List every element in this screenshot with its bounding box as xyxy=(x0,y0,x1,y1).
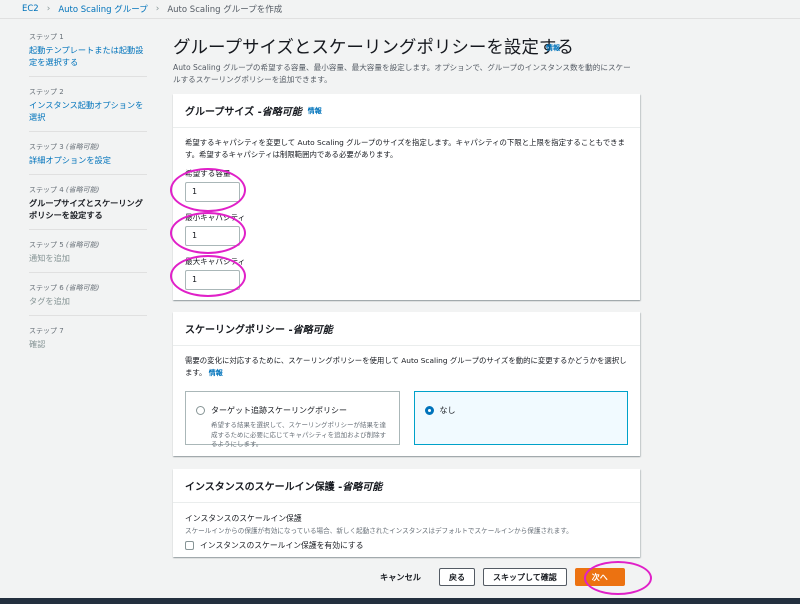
page-info-link[interactable]: 情報 xyxy=(546,43,560,53)
optional-label: 省略可能 xyxy=(342,482,383,493)
scale-in-checkbox-row[interactable]: インスタンスのスケールイン保護を有効にする xyxy=(185,540,628,551)
radio-selected-icon[interactable] xyxy=(424,406,434,415)
step-number: ステップ 3 xyxy=(29,143,64,151)
min-capacity-input[interactable]: 1 xyxy=(185,226,240,246)
scaling-description-text: 需要の変化に対応するために、スケーリングポリシーを使用して Auto Scali… xyxy=(185,356,627,377)
step-3: ステップ 3 (省略可能) 詳細オプションを設定 xyxy=(29,142,147,175)
card-title: スケーリングポリシー - xyxy=(185,325,293,336)
breadcrumb: EC2 › Auto Scaling グループ › Auto Scaling グ… xyxy=(0,0,800,19)
scale-in-protection-card: インスタンスのスケールイン保護 - 省略可能 インスタンスのスケールイン保護 ス… xyxy=(173,469,640,557)
breadcrumb-asg[interactable]: Auto Scaling グループ xyxy=(58,3,147,15)
radio-none[interactable]: なし xyxy=(413,391,628,445)
option-description: 希望する結果を選択して、スケーリングポリシーが結果を達成するために必要に応じてキ… xyxy=(211,421,387,448)
step-4: ステップ 4 (省略可能) グループサイズとスケーリングポリシーを設定する xyxy=(29,185,147,230)
scale-in-description: スケールインからの保護が有効になっている場合、新しく起動されたインスタンスはデフ… xyxy=(185,527,573,535)
page-title: グループサイズとスケーリングポリシーを設定する xyxy=(173,38,574,58)
desired-capacity-input[interactable]: 1 xyxy=(185,182,240,202)
card-title: インスタンスのスケールイン保護 - xyxy=(185,482,343,493)
next-button[interactable]: 次へ xyxy=(574,568,625,586)
card-header: インスタンスのスケールイン保護 - 省略可能 xyxy=(173,469,640,503)
breadcrumb-ec2[interactable]: EC2 xyxy=(22,4,39,14)
step-label-7: 確認 xyxy=(29,339,46,349)
step-link-3[interactable]: 詳細オプションを設定 xyxy=(29,154,147,166)
checkbox-label: インスタンスのスケールイン保護を有効にする xyxy=(200,541,364,550)
group-size-info-link[interactable]: 情報 xyxy=(308,106,322,116)
step-optional: (省略可能) xyxy=(65,241,100,249)
scaling-info-link[interactable]: 情報 xyxy=(209,369,223,377)
skip-to-review-button[interactable]: スキップして確認 xyxy=(482,568,567,586)
step-number: ステップ 4 xyxy=(29,186,64,194)
step-label-6: タグを追加 xyxy=(29,296,70,306)
step-6: ステップ 6 (省略可能) タグを追加 xyxy=(29,283,147,316)
card-header: グループサイズ - 省略可能 情報 xyxy=(173,94,640,128)
step-1: ステップ 1 起動テンプレートまたは起動設定を選択する xyxy=(29,32,147,77)
step-7: ステップ 7 確認 xyxy=(29,326,147,358)
step-optional: (省略可能) xyxy=(65,284,100,292)
min-capacity-label: 最小キャパシティ xyxy=(185,213,246,222)
option-title: ターゲット追跡スケーリングポリシー xyxy=(211,406,347,415)
step-current-4: グループサイズとスケーリングポリシーを設定する xyxy=(29,198,143,220)
radio-target-tracking[interactable]: ターゲット追跡スケーリングポリシー 希望する結果を選択して、スケーリングポリシー… xyxy=(185,391,400,448)
step-optional: (省略可能) xyxy=(65,143,100,151)
scaling-options: ターゲット追跡スケーリングポリシー 希望する結果を選択して、スケーリングポリシー… xyxy=(185,391,628,448)
step-link-2[interactable]: インスタンス起動オプションを選択 xyxy=(29,99,147,123)
step-link-1[interactable]: 起動テンプレートまたは起動設定を選択する xyxy=(29,44,147,68)
step-2: ステップ 2 インスタンス起動オプションを選択 xyxy=(29,87,147,132)
card-header: スケーリングポリシー - 省略可能 xyxy=(173,312,640,346)
back-button[interactable]: 戻る xyxy=(438,568,475,586)
card-title: グループサイズ - xyxy=(185,107,262,118)
chevron-right-icon: › xyxy=(155,4,160,14)
page-intro: Auto Scaling グループの希望する容量、最小容量、最大容量を設定します… xyxy=(173,63,631,84)
step-number: ステップ 7 xyxy=(29,327,64,335)
step-number: ステップ 6 xyxy=(29,284,64,292)
step-number: ステップ 1 xyxy=(29,33,64,41)
cancel-button[interactable]: キャンセル xyxy=(380,571,421,583)
group-size-card: グループサイズ - 省略可能 情報 希望するキャパシティを変更して Auto S… xyxy=(173,94,640,300)
max-capacity-input[interactable]: 1 xyxy=(185,270,240,290)
step-number: ステップ 2 xyxy=(29,88,64,96)
scale-in-checkbox[interactable] xyxy=(185,541,194,550)
radio-unselected-icon[interactable] xyxy=(196,406,205,415)
max-capacity-label: 最大キャパシティ xyxy=(185,257,246,266)
optional-label: 省略可能 xyxy=(261,107,302,118)
wizard-footer: キャンセル 戻る スキップして確認 次へ xyxy=(380,568,625,586)
scaling-policy-card: スケーリングポリシー - 省略可能 需要の変化に対応するために、スケーリングポリ… xyxy=(173,312,640,456)
desired-capacity-label: 希望する容量 xyxy=(185,169,231,178)
step-optional: (省略可能) xyxy=(65,186,100,194)
optional-label: 省略可能 xyxy=(292,325,333,336)
taskbar xyxy=(0,598,800,604)
chevron-right-icon: › xyxy=(46,4,51,14)
wizard-steps: ステップ 1 起動テンプレートまたは起動設定を選択する ステップ 2 インスタン… xyxy=(29,32,147,368)
group-size-description: 希望するキャパシティを変更して Auto Scaling グループのサイズを指定… xyxy=(185,138,625,159)
scaling-description: 需要の変化に対応するために、スケーリングポリシーを使用して Auto Scali… xyxy=(185,355,628,379)
breadcrumb-current: Auto Scaling グループを作成 xyxy=(167,5,283,15)
step-5: ステップ 5 (省略可能) 通知を追加 xyxy=(29,240,147,273)
scale-in-label: インスタンスのスケールイン保護 xyxy=(185,514,302,523)
step-number: ステップ 5 xyxy=(29,241,64,249)
option-title: なし xyxy=(439,406,456,415)
step-label-5: 通知を追加 xyxy=(29,253,70,263)
